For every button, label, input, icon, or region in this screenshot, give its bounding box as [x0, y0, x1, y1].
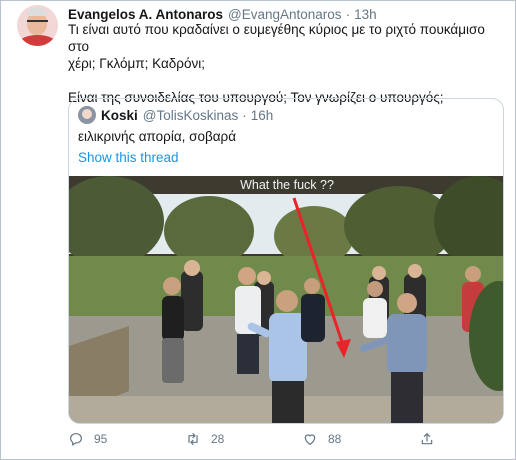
tweet-text: Τι είναι αυτό που κραδαίνει ο ευμεγέθης … [68, 21, 508, 106]
separator-dot: · [345, 6, 351, 22]
tweet-text-line: χέρι; Γκλόμπ; Καδρόνι; [68, 56, 205, 71]
quoted-tweet-photo[interactable]: What the fuck ?? [69, 176, 503, 423]
share-button[interactable] [419, 431, 445, 447]
reply-count: 95 [94, 432, 108, 446]
like-button[interactable]: 88 [302, 431, 341, 447]
quoted-tweet-header: Koski @TolisKoskinas · 16h [78, 106, 273, 124]
quoted-author-handle: @TolisKoskinas [142, 107, 239, 123]
author-name[interactable]: Evangelos A. Antonaros [68, 7, 223, 22]
quoted-tweet[interactable]: Koski @TolisKoskinas · 16h ειλικρινής απ… [68, 98, 504, 424]
reply-icon [70, 433, 82, 446]
tweet-text-line: Τι είναι αυτό που κραδαίνει ο ευμεγέθης … [68, 22, 485, 54]
quoted-tweet-text: ειλικρινής απορία, σοβαρά [78, 129, 237, 144]
like-count: 88 [328, 432, 342, 446]
photo-scene [69, 176, 503, 423]
tweet-actions: 95 28 88 [68, 431, 488, 451]
retweet-button[interactable]: 28 [185, 431, 224, 447]
quoted-tweet-timestamp: 16h [250, 107, 274, 123]
retweet-count: 28 [211, 432, 225, 446]
heart-icon [304, 434, 316, 445]
author-avatar[interactable] [17, 5, 58, 46]
separator-dot: · [242, 107, 247, 123]
author-handle[interactable]: @EvangAntonaros [228, 7, 342, 22]
photo-caption: What the fuck ?? [240, 178, 334, 192]
quoted-author-name: Koski [101, 107, 138, 123]
quoted-author-avatar [78, 106, 96, 124]
show-thread-link[interactable]: Show this thread [78, 150, 179, 165]
retweet-icon [188, 433, 198, 445]
share-icon [421, 433, 433, 445]
tweet-card: Evangelos A. Antonaros @EvangAntonaros ·… [0, 0, 516, 460]
reply-button[interactable]: 95 [68, 431, 107, 447]
tweet-timestamp[interactable]: 13h [354, 7, 377, 22]
